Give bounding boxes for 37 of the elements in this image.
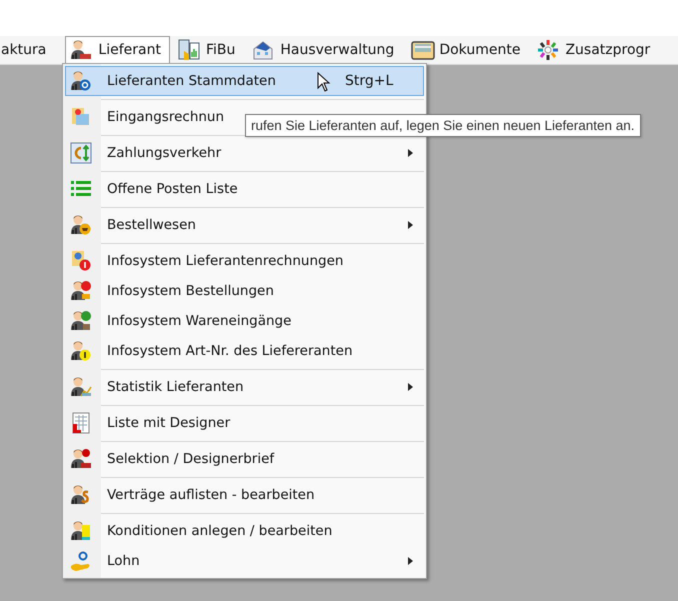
- menu-item[interactable]: Statistik Lieferanten: [65, 372, 424, 402]
- spreadsheet-icon: [70, 412, 92, 434]
- tray-icon: [411, 39, 436, 61]
- menu-item[interactable]: Infosystem Art-Nr. des Liefereranten: [65, 336, 424, 366]
- menu-bar-item[interactable]: Hausverwaltung: [247, 36, 404, 64]
- person-icon: [70, 484, 92, 506]
- person-icon: [70, 376, 92, 398]
- menu-bar-item[interactable]: FiBu: [172, 36, 244, 64]
- person-icon: [70, 310, 92, 332]
- menu-item[interactable]: Infosystem Bestellungen: [65, 276, 424, 306]
- person-icon: [70, 448, 92, 470]
- menu-item[interactable]: Verträge auflisten - bearbeiten: [65, 480, 424, 510]
- person-icon: [70, 214, 92, 236]
- menu-item[interactable]: Infosystem Lieferantenrechnungen: [65, 246, 424, 276]
- menu-item[interactable]: Infosystem Wareneingänge: [65, 306, 424, 336]
- document-icon: [70, 250, 92, 272]
- menu-bar-item[interactable]: Dokumente: [406, 36, 530, 64]
- menu-item[interactable]: Liste mit Designer: [65, 408, 424, 438]
- menu-bar-item[interactable]: Zusatzprogr: [532, 36, 660, 64]
- document-icon: [70, 106, 92, 128]
- person-icon: [70, 70, 92, 92]
- menu-item[interactable]: Lieferanten Stammdaten Strg+L: [65, 66, 424, 96]
- menu-item[interactable]: Lohn: [65, 546, 424, 576]
- person-icon: [70, 340, 92, 362]
- mouse-cursor-icon: [317, 72, 331, 92]
- menu-item[interactable]: Konditionen anlegen / bearbeiten: [65, 516, 424, 546]
- menu-item[interactable]: Selektion / Designerbrief: [65, 444, 424, 474]
- person-icon: [70, 280, 92, 302]
- shortcut-text: Strg+L: [345, 73, 394, 89]
- hand-icon: [70, 550, 92, 572]
- person-icon: [70, 520, 92, 542]
- menu-item[interactable]: Zahlungsverkehr: [65, 138, 424, 168]
- menu-bar-item[interactable]: aktura: [0, 36, 56, 64]
- menu-bar-item[interactable]: Lieferant: [65, 36, 170, 64]
- tooltip: rufen Sie Lieferanten auf, legen Sie einen neuen Lieferanten an.: [245, 114, 641, 137]
- menu-item[interactable]: Offene Posten Liste: [65, 174, 424, 204]
- menu-item[interactable]: Bestellwesen: [65, 210, 424, 240]
